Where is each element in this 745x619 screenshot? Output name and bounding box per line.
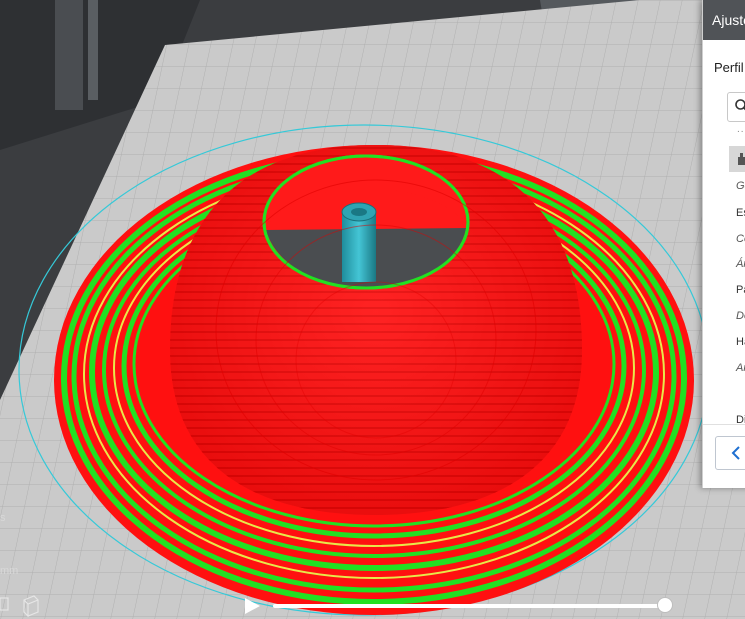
search-input[interactable] <box>727 92 745 122</box>
setting-item-4[interactable]: Ár <box>736 258 745 270</box>
setting-item-2[interactable]: Es <box>736 207 745 219</box>
setting-item-5[interactable]: Pa <box>736 284 745 296</box>
setting-item-1[interactable]: Ge <box>736 180 745 192</box>
truncated-text: .... <box>737 124 745 135</box>
category-header[interactable] <box>729 146 745 172</box>
panel-title[interactable]: Ajustes de impresión <box>703 0 745 40</box>
panel-divider <box>703 424 745 425</box>
3d-viewport[interactable] <box>0 0 745 619</box>
support-column <box>341 202 377 282</box>
print-settings-panel: Ajustes de impresión Perfil .... Ge Es C… <box>702 0 745 488</box>
layer-slider-track[interactable] <box>273 604 665 608</box>
profile-label: Perfil <box>714 60 744 75</box>
setting-item-7[interactable]: Ha <box>736 336 745 348</box>
setting-item-3[interactable]: Co <box>736 233 745 245</box>
dimension-label: mm <box>0 565 19 577</box>
setting-item-6[interactable]: De <box>736 310 745 322</box>
play-icon[interactable] <box>242 596 262 616</box>
dome-model[interactable] <box>170 145 582 515</box>
setting-item-8[interactable]: Ar <box>736 362 745 374</box>
chevron-left-icon <box>731 446 740 460</box>
layer-info-label: s <box>0 512 6 524</box>
search-icon <box>735 99 745 111</box>
layer-slider-handle[interactable] <box>657 597 673 613</box>
back-button[interactable] <box>715 436 745 470</box>
category-icon <box>738 153 745 165</box>
